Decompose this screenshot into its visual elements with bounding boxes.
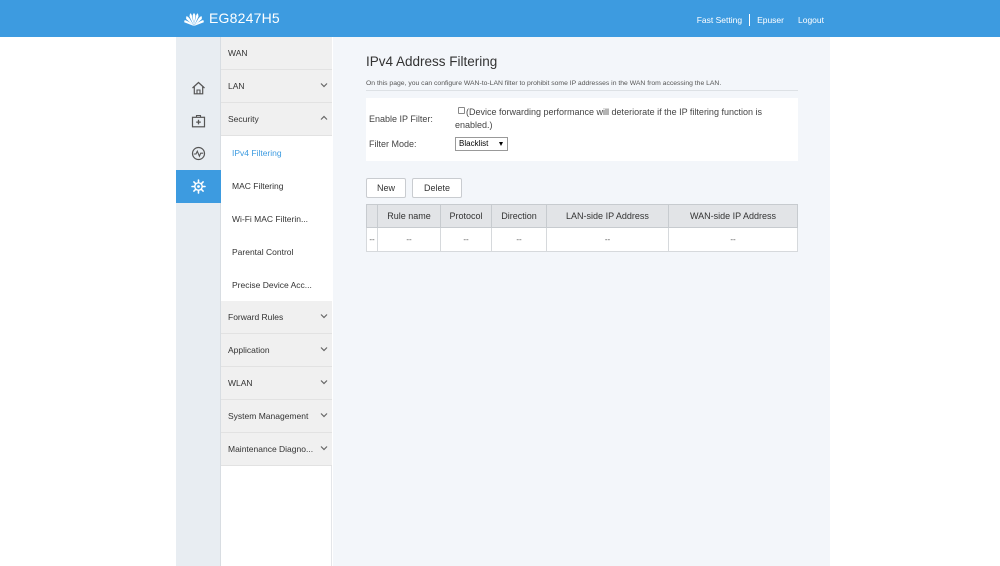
sidebar-subitem-mac-filtering[interactable]: MAC Filtering <box>221 169 332 202</box>
delete-button[interactable]: Delete <box>412 178 462 198</box>
filter-mode-select[interactable]: Blacklist <box>455 137 508 151</box>
sidebar-item-label: WAN <box>228 48 248 58</box>
sidebar-item-maintenance[interactable]: Maintenance Diagno... <box>221 433 332 466</box>
sidebar-subitem-ipv4-filtering[interactable]: IPv4 Filtering <box>221 136 332 169</box>
dropdown-arrow-icon <box>499 142 503 146</box>
sidebar-item-label: Maintenance Diagno... <box>228 444 314 454</box>
table-cell: -- <box>440 227 492 252</box>
chevron-down-icon <box>320 347 328 352</box>
huawei-logo-icon <box>184 13 204 26</box>
table-cell: -- <box>546 227 669 252</box>
enable-ip-filter-checkbox[interactable] <box>458 107 465 114</box>
direction-header: Direction <box>491 204 547 228</box>
user-link[interactable]: Epuser <box>757 15 784 25</box>
enable-ip-filter-label: Enable IP Filter: <box>369 114 433 124</box>
table-row[interactable]: -- -- -- -- -- -- <box>366 227 798 252</box>
table-cell: -- <box>668 227 798 252</box>
sidebar-subitem-wifi-mac-filtering[interactable]: Wi-Fi MAC Filterin... <box>221 202 332 235</box>
sidebar-subitem-parental-control[interactable]: Parental Control <box>221 235 332 268</box>
sidebar-item-security[interactable]: Security <box>221 103 332 136</box>
new-button[interactable]: New <box>366 178 406 198</box>
sidebar: WAN LAN Security IPv4 Filtering MAC Filt… <box>221 37 332 566</box>
sidebar-item-wlan[interactable]: WLAN <box>221 367 332 400</box>
filter-settings-form: Enable IP Filter: (Device forwarding per… <box>366 98 798 161</box>
sidebar-item-system-management[interactable]: System Management <box>221 400 332 433</box>
medical-kit-icon <box>191 114 206 127</box>
sidebar-item-label: Application <box>228 345 270 355</box>
wan-ip-header: WAN-side IP Address <box>668 204 798 228</box>
diagnostics-icon <box>191 146 206 161</box>
sidebar-item-wan[interactable]: WAN <box>221 37 332 70</box>
table-cell: -- <box>366 227 378 252</box>
table-cell: -- <box>377 227 441 252</box>
diagnostics-button[interactable] <box>176 137 221 170</box>
page-title: IPv4 Address Filtering <box>366 54 498 69</box>
chevron-down-icon <box>320 446 328 451</box>
icon-rail <box>176 37 221 566</box>
home-icon <box>192 81 205 94</box>
top-nav: Fast Setting Epuser Logout <box>697 14 824 26</box>
sidebar-item-label: Forward Rules <box>228 312 284 322</box>
protocol-header: Protocol <box>440 204 492 228</box>
sidebar-item-application[interactable]: Application <box>221 334 332 367</box>
chevron-down-icon <box>320 413 328 418</box>
sidebar-item-label: LAN <box>228 81 245 91</box>
nav-divider <box>749 14 751 26</box>
filter-mode-label: Filter Mode: <box>369 139 417 149</box>
chevron-up-icon <box>320 115 328 120</box>
main-panel: IPv4 Address Filtering On this page, you… <box>333 37 830 566</box>
chevron-down-icon <box>320 83 328 88</box>
sidebar-item-label: WLAN <box>228 378 253 388</box>
table-header-row: Rule name Protocol Direction LAN-side IP… <box>366 204 798 228</box>
product-name: EG8247H5 <box>209 10 280 26</box>
table-cell: -- <box>491 227 547 252</box>
filter-rules-table: Rule name Protocol Direction LAN-side IP… <box>366 204 798 252</box>
chevron-down-icon <box>320 380 328 385</box>
chevron-down-icon <box>320 314 328 319</box>
sidebar-subitem-precise-device[interactable]: Precise Device Acc... <box>221 268 332 301</box>
advanced-settings-button[interactable] <box>176 170 221 203</box>
sidebar-item-lan[interactable]: LAN <box>221 70 332 103</box>
gear-icon <box>191 179 206 194</box>
rule-name-header: Rule name <box>377 204 441 228</box>
logout-link[interactable]: Logout <box>798 15 824 25</box>
sidebar-item-label: Security <box>228 114 259 124</box>
lan-ip-header: LAN-side IP Address <box>546 204 669 228</box>
page-description: On this page, you can configure WAN-to-L… <box>366 80 798 91</box>
sidebar-item-forward-rules[interactable]: Forward Rules <box>221 301 332 334</box>
select-column-header <box>366 204 378 228</box>
sidebar-item-label: System Management <box>228 411 309 421</box>
brand: EG8247H5 <box>183 9 280 27</box>
home-button[interactable] <box>176 71 221 104</box>
fast-setting-link[interactable]: Fast Setting <box>697 15 742 25</box>
medical-kit-button[interactable] <box>176 104 221 137</box>
enable-ip-filter-note: (Device forwarding performance will dete… <box>455 107 762 130</box>
top-bar: EG8247H5 Fast Setting Epuser Logout <box>0 0 1000 37</box>
filter-mode-value: Blacklist <box>459 139 489 148</box>
